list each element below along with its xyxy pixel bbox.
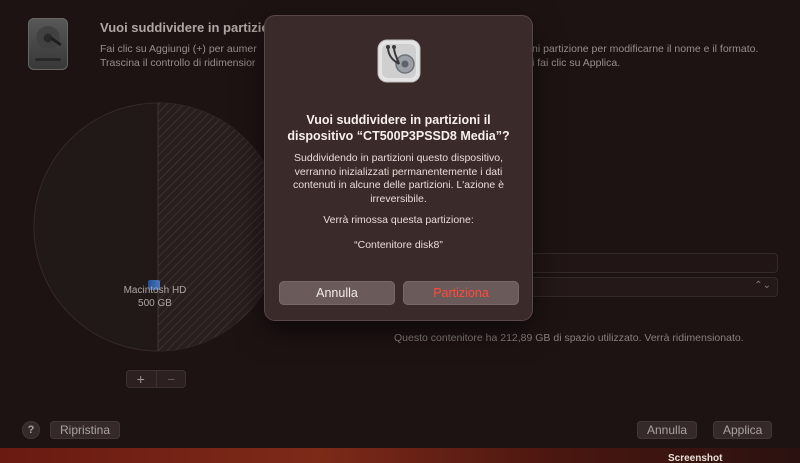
remove-partition-button[interactable]: − <box>155 370 187 388</box>
hard-disk-icon <box>28 18 68 70</box>
dialog-message: Suddividendo in partizioni questo dispos… <box>293 152 504 205</box>
help-icon[interactable]: ? <box>22 421 40 439</box>
apply-button[interactable]: Applica <box>713 421 773 439</box>
disk-utility-stethoscope-icon <box>377 39 421 83</box>
screen: Vuoi suddividere in partizioni Fai clic … <box>0 0 800 463</box>
container-info-text: Questo contenitore ha 212,89 GB di spazi… <box>394 332 744 344</box>
add-remove-control: + − <box>126 370 186 388</box>
dialog-cancel-button[interactable]: Annulla <box>279 281 395 305</box>
sheet-description-right: ni partizione per modificarne il nome e … <box>532 43 759 69</box>
sheet-cancel-button[interactable]: Annulla <box>637 421 698 439</box>
sheet-description-left: Fai clic su Aggiungi (+) per aumer Trasc… <box>100 43 257 69</box>
desktop-file-label[interactable]: Screenshot <box>668 453 722 463</box>
dialog-note: Verrà rimossa questa partizione: <box>323 214 474 226</box>
partition-format-select[interactable]: ⌃⌄ <box>520 277 778 297</box>
confirm-partition-dialog: Vuoi suddividere in partizioni il dispos… <box>265 16 532 320</box>
dialog-partition-button[interactable]: Partiziona <box>403 281 519 305</box>
pie-used-space <box>158 103 282 351</box>
sheet-title: Vuoi suddividere in partizioni <box>100 20 281 35</box>
revert-button[interactable]: Ripristina <box>50 421 121 439</box>
partition-name-field[interactable] <box>520 253 778 273</box>
dialog-partition-name: “Contenitore disk8” <box>354 239 443 251</box>
pie-volume-label: Macintosh HD 500 GB <box>123 285 187 309</box>
chevron-updown-icon: ⌃⌄ <box>754 280 771 291</box>
dialog-title: Vuoi suddividere in partizioni il dispos… <box>287 113 510 143</box>
partition-pie-chart[interactable] <box>33 102 283 352</box>
add-partition-button[interactable]: + <box>126 370 156 388</box>
